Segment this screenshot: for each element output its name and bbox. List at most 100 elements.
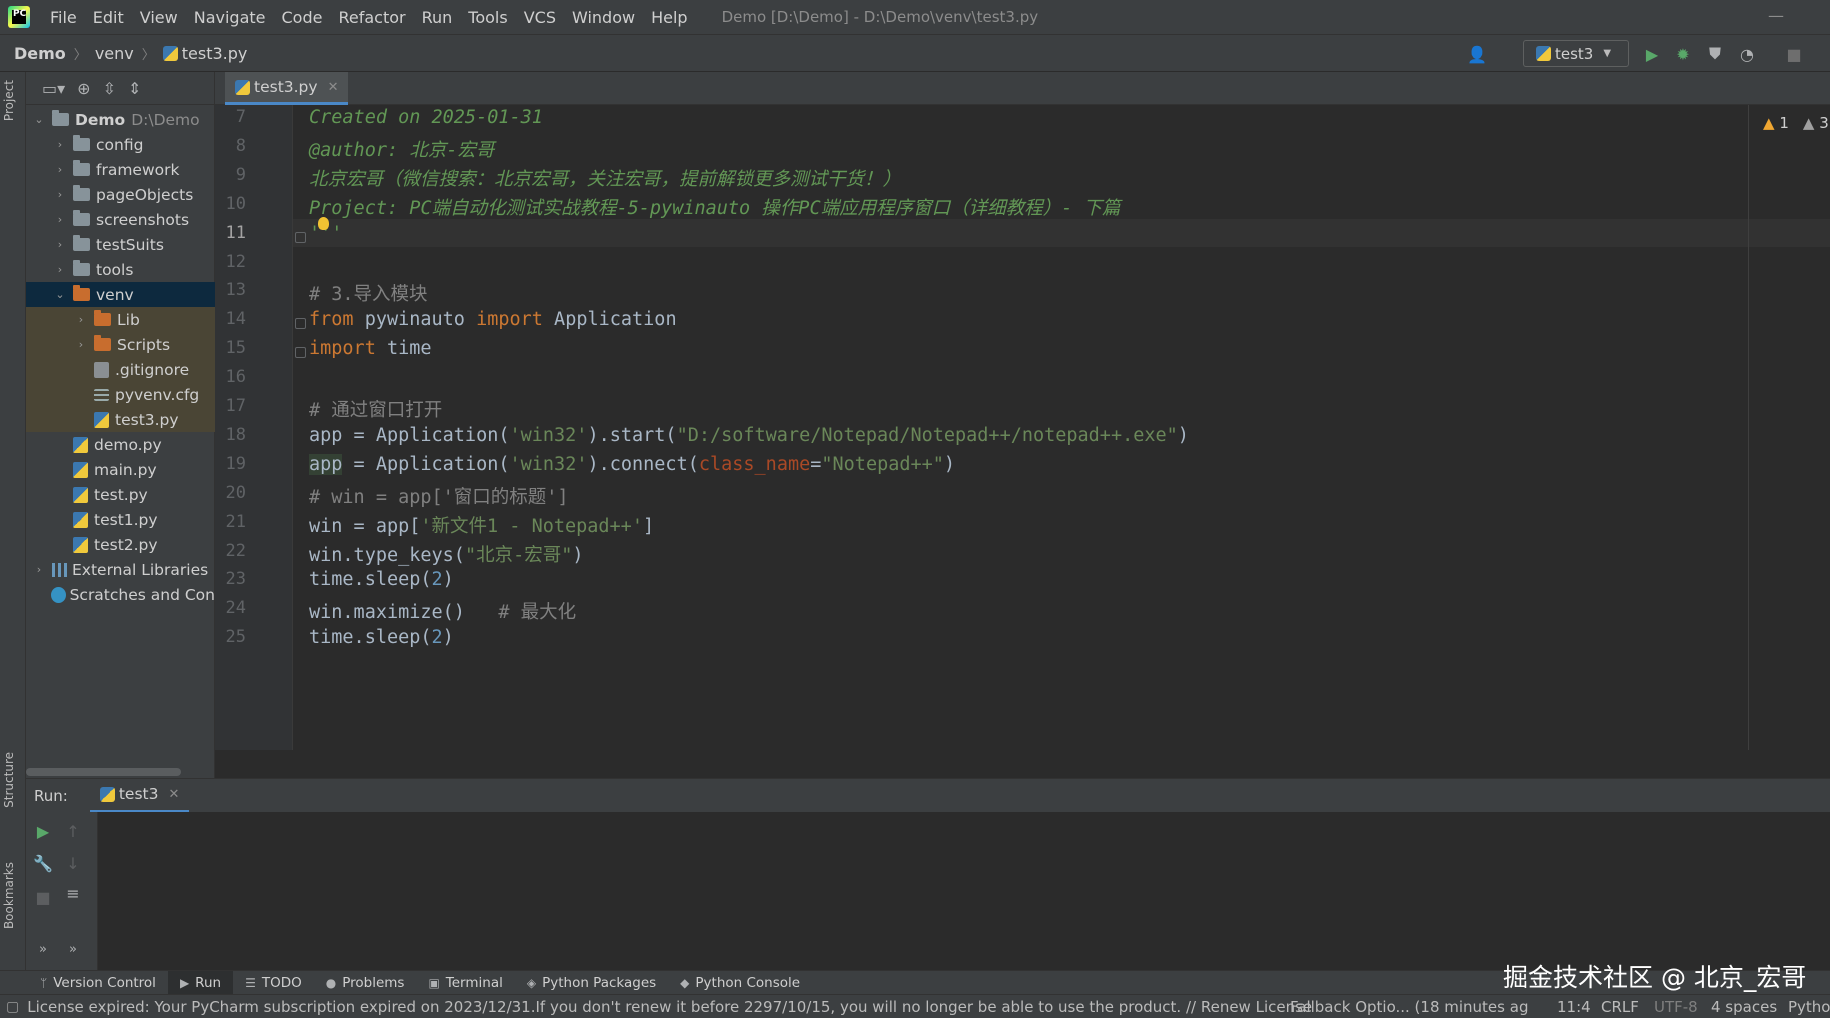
stop-icon[interactable]: ■	[32, 886, 54, 908]
chevron-down-icon[interactable]: ⌄	[32, 113, 46, 126]
chevron-right-icon[interactable]: ›	[74, 338, 88, 351]
code-line[interactable]: win.maximize() # 最大化	[309, 598, 576, 624]
python-interpreter[interactable]: Pytho	[1788, 998, 1830, 1016]
tool-tab-run[interactable]: ▶ Run	[167, 970, 234, 995]
structure-tool-tab[interactable]: Structure	[2, 752, 16, 808]
tool-tab-terminal[interactable]: ▣ Terminal	[416, 971, 514, 995]
menu-navigate[interactable]: Navigate	[186, 8, 274, 27]
breadcrumb-file[interactable]: test3.py	[182, 44, 248, 63]
menu-edit[interactable]: Edit	[85, 8, 132, 27]
code-line[interactable]: Created on 2025-01-31	[309, 107, 543, 128]
down-arrow-icon[interactable]: ↓	[62, 852, 84, 874]
chevron-right-icon[interactable]: ›	[32, 563, 46, 576]
fold-marker-icon[interactable]	[295, 318, 306, 330]
tree-item-test1-py[interactable]: test1.py	[26, 507, 215, 532]
code-line[interactable]: # win = app['窗口的标题']	[309, 483, 569, 509]
run-tab-test3[interactable]: test3 ✕	[89, 779, 190, 813]
weak-warning-count[interactable]: ▲ 3	[1803, 114, 1829, 132]
chevron-right-icon[interactable]: ›	[74, 313, 88, 326]
chevron-right-icon[interactable]: ›	[53, 188, 67, 201]
tool-tab-python-console[interactable]: ◆ Python Console	[668, 971, 812, 995]
profile-icon[interactable]: ◔	[1736, 43, 1758, 65]
code-line[interactable]: app = Application('win32').start("D:/sof…	[309, 425, 1189, 446]
tree-item-external-libraries[interactable]: › External Libraries	[26, 557, 215, 582]
tree-item-demo-py[interactable]: demo.py	[26, 432, 215, 457]
stop-button[interactable]: ■	[1783, 43, 1805, 65]
code-line[interactable]: time.sleep(2)	[309, 569, 454, 590]
bookmarks-tool-tab[interactable]: Bookmarks	[2, 862, 16, 929]
status-fallback[interactable]: Fallback Optio... (18 minutes ag	[1290, 998, 1528, 1016]
menu-refactor[interactable]: Refactor	[330, 8, 413, 27]
debug-bug-icon[interactable]: ✹	[1672, 43, 1694, 65]
code-line[interactable]: # 3.导入模块	[309, 280, 428, 306]
code-line[interactable]: win = app['新文件1 - Notepad++']	[309, 512, 654, 538]
soft-wrap-icon[interactable]: ≡	[62, 882, 84, 904]
inspection-widget[interactable]: ▲ 1 ▲ 3	[1763, 114, 1829, 132]
tree-item-pageobjects[interactable]: › pageObjects	[26, 182, 215, 207]
expand-all-icon[interactable]: ⇳	[103, 79, 116, 98]
code-line[interactable]: 北京宏哥（微信搜索：北京宏哥，关注宏哥，提前解锁更多测试干货！）	[309, 165, 901, 191]
tree-item-tools[interactable]: › tools	[26, 257, 215, 282]
menu-view[interactable]: View	[132, 8, 186, 27]
tree-item-scripts[interactable]: › Scripts	[26, 332, 215, 357]
breadcrumb-folder[interactable]: venv	[95, 44, 134, 63]
locate-target-icon[interactable]: ⊕	[77, 79, 90, 98]
code-line[interactable]: win.type_keys("北京-宏哥")	[309, 541, 584, 567]
run-button[interactable]: ▶	[1641, 43, 1663, 65]
tree-item-testsuits[interactable]: › testSuits	[26, 232, 215, 257]
file-encoding[interactable]: UTF-8	[1654, 998, 1698, 1016]
wrench-icon[interactable]: 🔧	[32, 852, 54, 874]
menu-window[interactable]: Window	[564, 8, 643, 27]
chevron-down-icon[interactable]: ⌄	[53, 288, 67, 301]
tree-item-scratches-and-con[interactable]: Scratches and Con	[26, 582, 215, 607]
editor-tab-test3[interactable]: test3.py ✕	[225, 72, 349, 105]
intention-bulb-icon[interactable]	[318, 217, 329, 230]
code-editor[interactable]: 7 8 9 10 11 12 13 14 15 16 17 18 19 20 21 22 23 24 25 Crea…	[215, 105, 1830, 750]
tree-item-pyvenv-cfg[interactable]: pyvenv.cfg	[26, 382, 215, 407]
menu-help[interactable]: Help	[643, 8, 695, 27]
fold-marker-icon[interactable]	[295, 347, 306, 359]
tool-tab-version-control[interactable]: ᛘ Version Control	[28, 971, 168, 995]
menu-run[interactable]: Run	[414, 8, 461, 27]
more-icon[interactable]: »	[32, 938, 54, 960]
code-line[interactable]: import time	[309, 338, 432, 359]
tree-item--gitignore[interactable]: .gitignore	[26, 357, 215, 382]
rerun-icon[interactable]: ▶	[32, 820, 54, 842]
tree-item-test2-py[interactable]: test2.py	[26, 532, 215, 557]
status-message[interactable]: License expired: Your PyCharm subscripti…	[27, 998, 1312, 1016]
run-configuration-select[interactable]: test3 ▼	[1523, 40, 1629, 67]
status-toggle-icon[interactable]: ▢	[6, 999, 19, 1015]
coverage-shield-icon[interactable]: ⛊	[1704, 43, 1726, 65]
minimize-window-button[interactable]: —	[1768, 6, 1784, 25]
tree-item-screenshots[interactable]: › screenshots	[26, 207, 215, 232]
caret-position[interactable]: 11:4	[1557, 998, 1591, 1016]
tree-item-lib[interactable]: › Lib	[26, 307, 215, 332]
collapse-all-icon[interactable]: ⇕	[128, 79, 141, 98]
menu-tools[interactable]: Tools	[460, 8, 515, 27]
code-line[interactable]: from pywinauto import Application	[309, 309, 677, 330]
tool-tab-todo[interactable]: ☰ TODO	[233, 971, 314, 995]
menu-code[interactable]: Code	[274, 8, 331, 27]
close-tab-icon[interactable]: ✕	[328, 80, 339, 95]
code-line[interactable]: time.sleep(2)	[309, 627, 454, 648]
menu-file[interactable]: File	[42, 8, 85, 27]
code-line[interactable]: Project: PC端自动化测试实战教程-5-pywinauto 操作PC端应…	[309, 194, 1120, 220]
up-arrow-icon[interactable]: ↑	[62, 820, 84, 842]
more-actions-icon[interactable]: »	[62, 938, 84, 960]
tool-tab-python-packages[interactable]: ◈ Python Packages	[515, 971, 668, 995]
tool-tab-problems[interactable]: ● Problems	[314, 971, 417, 995]
line-separator[interactable]: CRLF	[1601, 998, 1639, 1016]
tree-item-venv[interactable]: ⌄ venv	[26, 282, 215, 307]
close-run-tab-icon[interactable]: ✕	[168, 787, 179, 802]
project-tree-scrollbar[interactable]	[26, 768, 181, 776]
fold-marker-icon[interactable]	[295, 231, 306, 243]
tree-item-test-py[interactable]: test.py	[26, 482, 215, 507]
code-line[interactable]: @author: 北京-宏哥	[309, 136, 494, 162]
code-line[interactable]: # 通过窗口打开	[309, 396, 442, 422]
view-mode-icon[interactable]: ▭▾	[42, 79, 65, 98]
chevron-right-icon[interactable]: ›	[53, 263, 67, 276]
chevron-right-icon[interactable]: ›	[53, 213, 67, 226]
indent-setting[interactable]: 4 spaces	[1711, 998, 1777, 1016]
code-line[interactable]: app = Application('win32').connect(class…	[309, 453, 955, 475]
tree-item-demo[interactable]: ⌄ Demo D:\Demo	[26, 107, 215, 132]
